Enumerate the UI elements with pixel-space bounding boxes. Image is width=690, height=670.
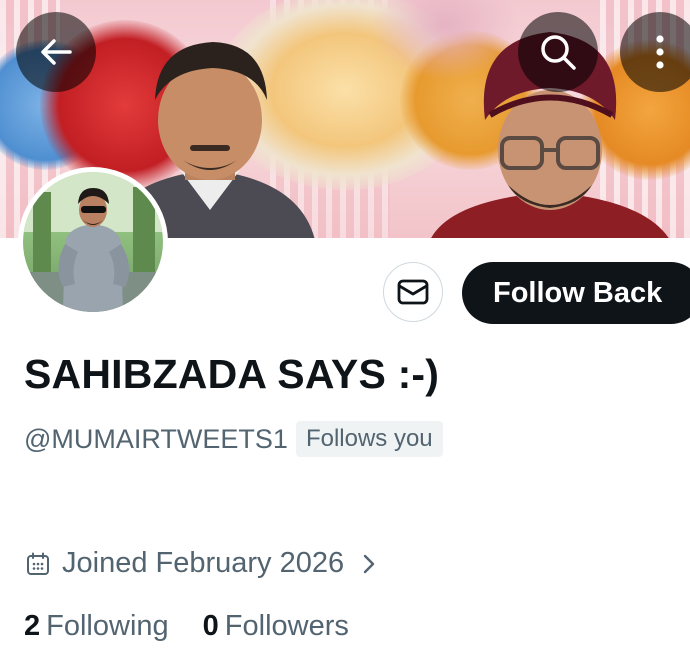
calendar-icon	[27, 552, 49, 575]
envelope-icon	[397, 279, 429, 305]
back-button[interactable]	[16, 12, 96, 92]
joined-date-row[interactable]: Joined February 2026	[26, 547, 376, 580]
more-options-button[interactable]	[620, 12, 690, 92]
more-vertical-icon	[656, 35, 664, 69]
joined-date-text: Joined February 2026	[62, 547, 345, 579]
follow-back-label: Follow Back	[493, 276, 663, 309]
followers-label: Followers	[224, 610, 349, 642]
following-label: Following	[46, 610, 169, 642]
following-link[interactable]: 2 Following	[24, 610, 169, 643]
follow-back-button[interactable]: Follow Back	[462, 262, 690, 324]
arrow-left-icon	[41, 39, 72, 65]
search-icon	[541, 35, 576, 70]
follow-stats: 2 Following 0 Followers	[24, 610, 349, 643]
search-button[interactable]	[518, 12, 598, 92]
follows-you-badge: Follows you	[295, 421, 443, 457]
avatar-image	[23, 172, 163, 312]
chevron-right-icon	[363, 554, 375, 573]
user-handle: @MUMAIRTWEETS1	[24, 423, 288, 454]
handle-row: @MUMAIRTWEETS1 Follows you	[24, 421, 443, 457]
following-count: 2	[24, 610, 41, 642]
profile-avatar[interactable]	[18, 167, 168, 317]
followers-link[interactable]: 0 Followers	[203, 610, 349, 643]
display-name: SAHIBZADA SAYS :-)	[24, 351, 440, 397]
followers-count: 0	[202, 610, 219, 642]
message-button[interactable]	[383, 262, 443, 322]
avatar-person	[23, 172, 163, 312]
